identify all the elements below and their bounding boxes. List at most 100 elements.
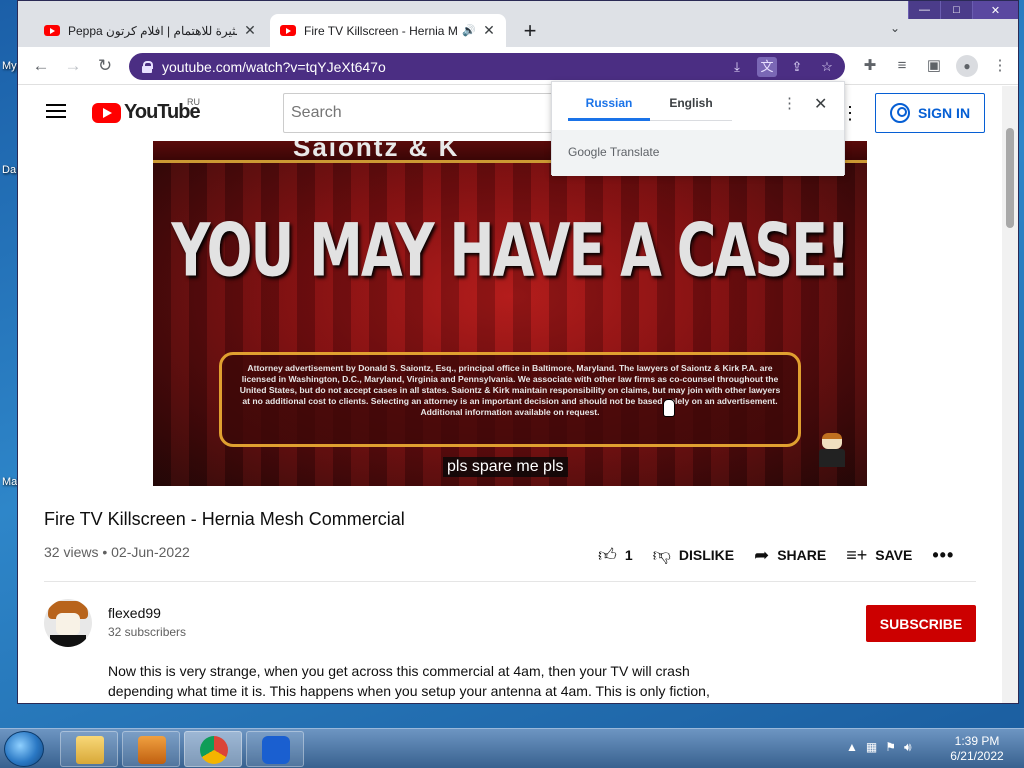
subscriber-count: 32 subscribers <box>108 625 187 639</box>
divider <box>44 581 976 582</box>
banner-text: Saiontz & K <box>293 141 460 162</box>
close-window-button[interactable]: ✕ <box>972 1 1018 19</box>
network-icon[interactable]: ▦ <box>866 740 877 755</box>
page-scrollbar[interactable] <box>1002 86 1018 703</box>
translate-close-icon[interactable]: ✕ <box>814 94 827 114</box>
subscribe-button[interactable]: SUBSCRIBE <box>866 605 976 642</box>
tab-close-icon[interactable]: ✕ <box>482 22 496 39</box>
tab-search-icon[interactable]: ⌄ <box>890 21 900 35</box>
video-actions: 👍︎ 1 👎︎ DISLIKE ➦ SHARE ≡+ SAVE ••• <box>598 544 954 566</box>
share-button[interactable]: ➦ SHARE <box>754 545 826 566</box>
youtube-logo[interactable]: YouTube RU <box>92 97 201 124</box>
volume-icon[interactable]: 🔊︎ <box>904 740 912 755</box>
sign-in-label: SIGN IN <box>917 105 971 121</box>
share-icon[interactable]: ⇪ <box>787 57 807 77</box>
scrollbar-thumb[interactable] <box>1006 128 1014 228</box>
chrome-icon <box>200 736 228 764</box>
taskbar-media-player[interactable] <box>122 731 180 767</box>
translate-tab-english[interactable]: English <box>650 96 732 121</box>
clock-time: 1:39 PM <box>954 734 1000 748</box>
share-label: SHARE <box>777 547 827 563</box>
video-disclaimer: Attorney advertisement by Donald S. Saio… <box>219 352 801 447</box>
desktop-label-my[interactable]: My <box>2 60 17 72</box>
show-hidden-icons-icon[interactable]: ▲ <box>846 740 858 755</box>
mascot-figure-icon <box>819 433 845 471</box>
action-center-flag-icon[interactable]: ⚑ <box>885 740 896 755</box>
translate-popup: Russian English ⋮ ✕ Google Translate <box>551 81 845 176</box>
channel-avatar[interactable] <box>44 599 92 647</box>
browser-window: Peppa حلقات مثيرة للاهتمام | افلام كرتون… <box>17 0 1019 704</box>
video-description: Now this is very strange, when you get a… <box>108 663 710 699</box>
speaker-icon[interactable]: 🔊 <box>462 24 476 37</box>
taskbar: ▲ ▦ ⚑ 🔊︎ 1:39 PM 6/21/2022 <box>0 728 1024 768</box>
tab-title: Peppa حلقات مثيرة للاهتمام | افلام كرتون <box>68 23 237 38</box>
tab-title: Fire TV Killscreen - Hernia Me <box>304 23 459 38</box>
region-code: RU <box>187 97 200 107</box>
bookmark-star-icon[interactable]: ☆ <box>817 57 837 77</box>
video-headline: YOU MAY HAVE A CASE! <box>171 207 850 294</box>
taskbar-explorer[interactable] <box>60 731 118 767</box>
address-bar[interactable]: youtube.com/watch?v=tqYJeXt647o ⤓ 文 ⇪ ☆ <box>129 53 845 80</box>
tab-fire-tv[interactable]: Fire TV Killscreen - Hernia Me 🔊 ✕ <box>270 14 506 47</box>
translate-menu-icon[interactable]: ⋮ <box>782 94 797 112</box>
taskbar-chrome[interactable] <box>184 731 242 767</box>
reload-icon[interactable]: ↻ <box>94 55 116 77</box>
back-arrow-icon[interactable]: ← <box>30 55 52 77</box>
hand-cursor-icon <box>663 399 675 417</box>
sign-in-button[interactable]: SIGN IN <box>875 93 985 133</box>
browser-toolbar: ← → ↻ youtube.com/watch?v=tqYJeXt647o ⤓ … <box>18 47 1018 85</box>
tab-close-icon[interactable]: ✕ <box>243 22 257 39</box>
save-button[interactable]: ≡+ SAVE <box>846 545 912 566</box>
side-panel-icon[interactable]: ▣ <box>924 55 944 77</box>
browser-menu-icon[interactable]: ⋮ <box>990 55 1010 77</box>
save-label: SAVE <box>875 547 913 563</box>
video-player[interactable]: Saiontz & K YOU MAY HAVE A CASE! Attorne… <box>153 141 867 486</box>
desktop-label-da[interactable]: Da <box>2 164 16 176</box>
share-arrow-icon: ➦ <box>754 544 770 565</box>
dislike-button[interactable]: 👎︎ DISLIKE <box>653 544 735 566</box>
clock-date: 6/21/2022 <box>950 749 1004 763</box>
video-title: Fire TV Killscreen - Hernia Mesh Commerc… <box>44 509 405 529</box>
start-button[interactable] <box>4 731 44 767</box>
dislike-label: DISLIKE <box>678 547 735 563</box>
channel-name[interactable]: flexed99 <box>108 605 161 621</box>
taskbar-clock[interactable]: 1:39 PM 6/21/2022 <box>942 734 1012 764</box>
profile-avatar-icon[interactable]: ● <box>956 55 978 77</box>
url-text[interactable]: youtube.com/watch?v=tqYJeXt647o <box>162 59 386 75</box>
folder-icon <box>76 736 104 764</box>
forward-arrow-icon[interactable]: → <box>62 55 84 77</box>
malwarebytes-icon <box>262 736 290 764</box>
lock-icon[interactable] <box>141 60 153 73</box>
more-actions-icon[interactable]: ••• <box>932 545 954 566</box>
account-icon <box>889 103 910 123</box>
youtube-play-icon <box>92 102 121 123</box>
translate-tab-russian[interactable]: Russian <box>568 96 650 121</box>
video-caption: pls spare me pls <box>443 457 568 477</box>
thumbs-up-icon: 👍︎ <box>598 545 617 565</box>
playlist-add-icon: ≡+ <box>846 544 868 565</box>
youtube-favicon-icon <box>280 25 296 36</box>
youtube-favicon-icon <box>44 25 60 36</box>
taskbar-malwarebytes[interactable] <box>246 731 304 767</box>
thumbs-down-icon: 👎︎ <box>652 545 671 565</box>
extensions-puzzle-icon[interactable]: ✚ <box>860 55 880 77</box>
desktop-label-ma[interactable]: Ma <box>2 476 17 488</box>
search-input[interactable]: Search <box>283 93 563 133</box>
system-tray: ▲ ▦ ⚑ 🔊︎ <box>846 740 912 755</box>
hamburger-menu-icon[interactable] <box>46 104 66 118</box>
new-tab-button[interactable]: + <box>518 18 542 44</box>
translate-brand: Google Translate <box>552 130 844 176</box>
video-meta: 32 views • 02-Jun-2022 <box>44 544 190 560</box>
tab-strip: Peppa حلقات مثيرة للاهتمام | افلام كرتون… <box>18 1 1018 47</box>
like-button[interactable]: 👍︎ 1 <box>598 544 633 566</box>
media-player-icon <box>138 736 166 764</box>
minimize-button[interactable]: — <box>908 1 940 19</box>
like-count: 1 <box>624 547 633 563</box>
tab-peppa[interactable]: Peppa حلقات مثيرة للاهتمام | افلام كرتون… <box>34 14 267 47</box>
install-icon[interactable]: ⤓ <box>727 57 747 77</box>
media-queue-icon[interactable]: ≡ <box>892 55 912 77</box>
window-controls: — □ ✕ <box>908 1 1018 19</box>
maximize-button[interactable]: □ <box>940 1 972 19</box>
youtube-header: YouTube RU Search ⋮ SIGN IN <box>18 86 1018 140</box>
translate-icon[interactable]: 文 <box>757 57 777 77</box>
